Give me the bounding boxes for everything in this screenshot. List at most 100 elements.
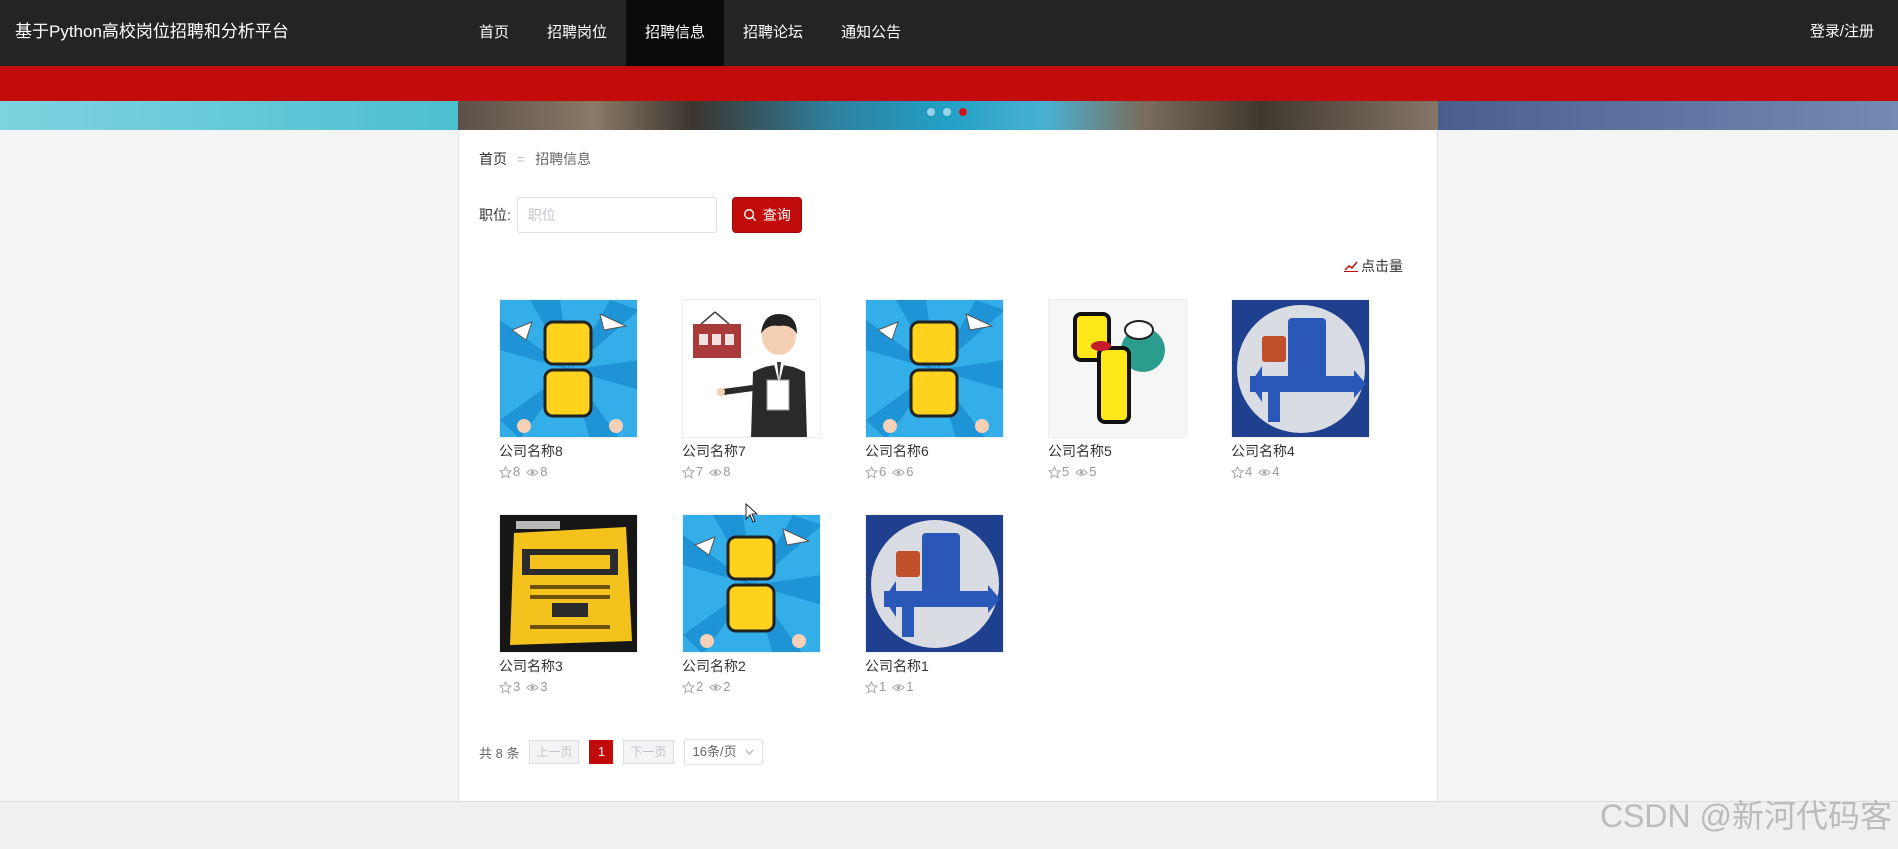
- eye-icon: [892, 468, 906, 476]
- sort-label: 点击量: [1361, 258, 1403, 274]
- view-count: 5: [1089, 464, 1097, 479]
- eye-icon: [1075, 468, 1089, 476]
- company-logo-image[interactable]: [1048, 299, 1187, 438]
- next-page-button[interactable]: 下一页: [623, 740, 674, 764]
- card-stats: 5 5: [1048, 464, 1187, 480]
- eye-icon: [709, 683, 723, 691]
- trend-icon: [1344, 261, 1358, 272]
- nav-home[interactable]: 首页: [460, 0, 528, 66]
- login-register-link[interactable]: 登录/注册: [1810, 21, 1874, 43]
- eye-icon: [1258, 468, 1272, 476]
- company-logo-image[interactable]: [682, 514, 821, 653]
- pagination-total: 共 8 条: [479, 745, 520, 761]
- search-button-label: 查询: [762, 207, 791, 223]
- eye-icon: [526, 468, 540, 476]
- mouse-cursor-icon: [745, 503, 759, 523]
- company-name[interactable]: 公司名称7: [682, 442, 821, 460]
- view-count: 1: [906, 679, 914, 694]
- zhaopin-burst-image: [500, 300, 637, 437]
- company-name[interactable]: 公司名称1: [865, 657, 1004, 675]
- nav-jobs[interactable]: 招聘岗位: [528, 0, 626, 66]
- company-card[interactable]: 公司名称4 4 4: [1231, 299, 1370, 480]
- hiring-man-image: [683, 300, 820, 437]
- page-size-value: 16条/页: [692, 744, 737, 759]
- card-stats: 2 2: [682, 679, 821, 695]
- star-icon: [682, 680, 695, 694]
- position-search-input[interactable]: [516, 197, 717, 233]
- page-size-select[interactable]: 16条/页: [683, 739, 763, 765]
- favorite-count: 3: [513, 679, 521, 694]
- company-card[interactable]: 公司名称2 2 2: [682, 514, 821, 695]
- breadcrumb-home[interactable]: 首页: [479, 149, 507, 169]
- company-name[interactable]: 公司名称8: [499, 442, 638, 460]
- company-card[interactable]: 公司名称7 7 8: [682, 299, 821, 480]
- star-icon: [499, 465, 512, 479]
- company-card[interactable]: 公司名称6 6 6: [865, 299, 1004, 480]
- pin-circle-image: [866, 515, 1003, 652]
- carousel-dot-active[interactable]: [959, 108, 967, 116]
- company-name[interactable]: 公司名称4: [1231, 442, 1370, 460]
- view-count: 3: [540, 679, 548, 694]
- star-icon: [865, 465, 878, 479]
- card-stats: 8 8: [499, 464, 638, 480]
- company-logo-image[interactable]: [682, 299, 821, 438]
- company-card[interactable]: 公司名称8 8 8: [499, 299, 638, 480]
- star-icon: [499, 680, 512, 694]
- company-logo-image[interactable]: [1231, 299, 1370, 438]
- view-count: 6: [906, 464, 914, 479]
- zhaopin-burst-image: [866, 300, 1003, 437]
- watermark: CSDN @新河代码客: [1599, 798, 1892, 834]
- main-nav: 首页 招聘岗位 招聘信息 招聘论坛 通知公告: [460, 0, 920, 66]
- favorite-count: 7: [696, 464, 704, 479]
- company-name[interactable]: 公司名称6: [865, 442, 1004, 460]
- site-title: 基于Python高校岗位招聘和分析平台: [15, 22, 289, 41]
- view-count: 8: [723, 464, 731, 479]
- carousel-indicators: [927, 108, 967, 116]
- view-count: 4: [1272, 464, 1280, 479]
- eye-icon: [709, 468, 723, 476]
- top-nav-bar: 基于Python高校岗位招聘和分析平台 首页 招聘岗位 招聘信息 招聘论坛 通知…: [0, 0, 1898, 66]
- star-icon: [682, 465, 695, 479]
- banner-left-strip: [0, 101, 458, 130]
- company-logo-image[interactable]: [865, 514, 1004, 653]
- pin-circle-image: [1232, 300, 1369, 437]
- carousel-dot[interactable]: [943, 108, 951, 116]
- nav-recruit-info[interactable]: 招聘信息: [626, 0, 725, 66]
- sort-by-clicks[interactable]: 点击量: [1344, 256, 1403, 276]
- company-logo-image[interactable]: [499, 299, 638, 438]
- banner-right-strip: [1438, 101, 1898, 130]
- page-number-current[interactable]: 1: [589, 740, 614, 764]
- nav-notices[interactable]: 通知公告: [822, 0, 920, 66]
- content-panel: 首页 = 招聘信息 职位: 查询 点击量: [458, 130, 1438, 801]
- company-card[interactable]: 公司名称1 1 1: [865, 514, 1004, 695]
- view-count: 8: [540, 464, 548, 479]
- carousel-dot[interactable]: [927, 108, 935, 116]
- star-icon: [865, 680, 878, 694]
- card-stats: 6 6: [865, 464, 1004, 480]
- prev-page-button[interactable]: 上一页: [529, 740, 580, 764]
- company-card[interactable]: 公司名称5 5 5: [1048, 299, 1187, 480]
- company-card[interactable]: 公司名称3 3 3: [499, 514, 638, 695]
- pagination: 共 8 条 上一页 1 下一页 16条/页: [479, 739, 763, 765]
- search-icon: [743, 209, 757, 222]
- search-button[interactable]: 查询: [731, 197, 802, 233]
- company-card-grid: 公司名称8 8 8 公司名称7 7 8 公司名称6 6 6 公司名称5 5 5 …: [499, 299, 1419, 695]
- chevron-down-icon: [745, 749, 753, 755]
- star-icon: [1048, 465, 1061, 479]
- eye-icon: [526, 683, 540, 691]
- favorite-count: 8: [513, 464, 521, 479]
- breadcrumb-separator: =: [517, 151, 526, 167]
- nav-forum[interactable]: 招聘论坛: [724, 0, 822, 66]
- company-logo-image[interactable]: [499, 514, 638, 653]
- favorite-count: 5: [1062, 464, 1070, 479]
- company-logo-image[interactable]: [865, 299, 1004, 438]
- card-stats: 3 3: [499, 679, 638, 695]
- company-name[interactable]: 公司名称5: [1048, 442, 1187, 460]
- favorite-count: 1: [879, 679, 887, 694]
- company-name[interactable]: 公司名称2: [682, 657, 821, 675]
- company-name[interactable]: 公司名称3: [499, 657, 638, 675]
- card-stats: 4 4: [1231, 464, 1370, 480]
- search-bar: 职位: 查询: [479, 197, 802, 233]
- zhaopin-sign-image: [1049, 300, 1186, 437]
- view-count: 2: [723, 679, 731, 694]
